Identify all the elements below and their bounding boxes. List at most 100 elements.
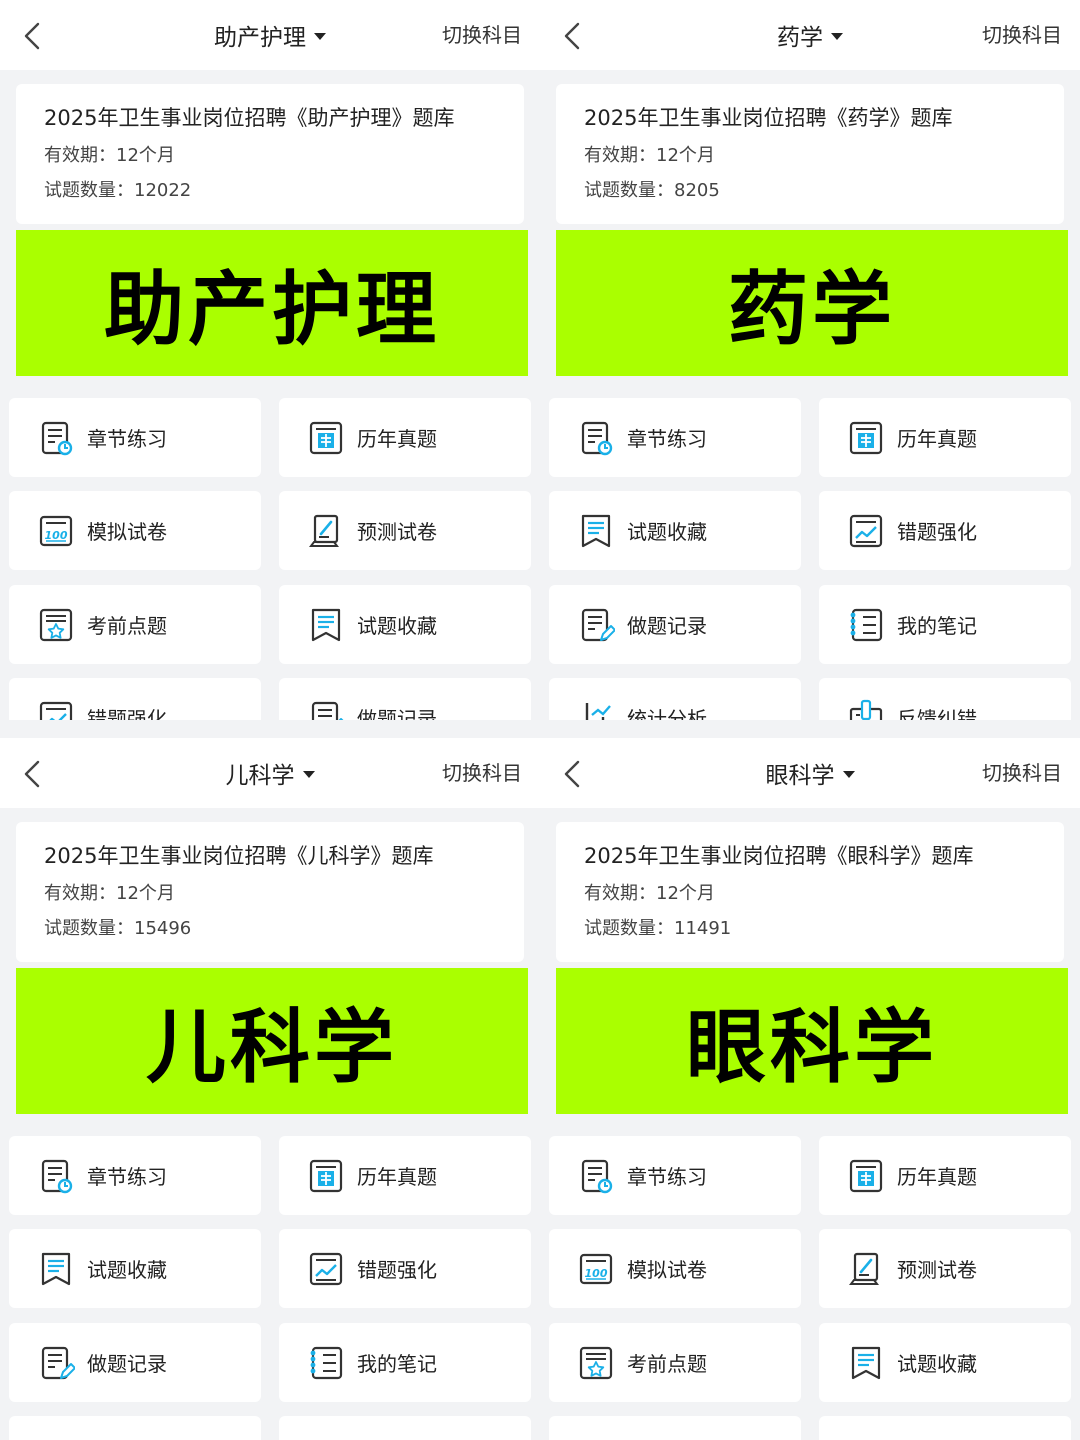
tile-label: 做题记录 (627, 614, 707, 638)
tile-record[interactable]: 做题记录 (549, 585, 801, 664)
question-count-text: 试题数量：15496 (44, 918, 192, 939)
chevron-left-icon (564, 22, 580, 50)
tile-bookmark[interactable]: 试题收藏 (9, 1229, 261, 1308)
bookmark-icon (577, 512, 615, 550)
forecast-paper-icon (847, 1250, 885, 1288)
switch-subject-link[interactable]: 切换科目 (982, 738, 1062, 808)
record-icon (307, 699, 345, 720)
banner-text: 助产护理 (104, 263, 440, 356)
tile-partial[interactable] (279, 1416, 531, 1440)
tile-record[interactable]: 做题记录 (9, 1323, 261, 1402)
past-exams-icon (307, 1157, 345, 1195)
switch-subject-link[interactable]: 切换科目 (982, 0, 1062, 70)
tile-label: 试题收藏 (357, 614, 437, 638)
notes-icon (307, 1344, 345, 1382)
tile-past-exams[interactable]: 历年真题 (279, 1136, 531, 1215)
bookmark-icon (307, 606, 345, 644)
question-bank-card[interactable]: 2025年卫生事业岗位招聘《儿科学》题库 有效期：12个月 试题数量：15496 (16, 822, 524, 962)
tile-past-exams[interactable]: 历年真题 (819, 1136, 1071, 1215)
back-button[interactable] (558, 758, 588, 790)
top-bar: 助产护理 切换科目 (0, 0, 540, 70)
tile-bookmark[interactable]: 试题收藏 (819, 1323, 1071, 1402)
bank-title: 2025年卫生事业岗位招聘《儿科学》题库 (44, 844, 434, 868)
bank-title: 2025年卫生事业岗位招聘《助产护理》题库 (44, 106, 455, 130)
tile-mock-paper[interactable]: 100 模拟试卷 (9, 491, 261, 570)
tile-label: 模拟试卷 (627, 1258, 707, 1282)
tile-feedback[interactable]: 反馈纠错 (819, 678, 1071, 720)
switch-subject-link[interactable]: 切换科目 (442, 0, 522, 70)
chevron-left-icon (564, 760, 580, 788)
tile-label: 历年真题 (897, 1165, 977, 1189)
tile-wrong-review[interactable]: 错题强化 (9, 678, 261, 720)
tile-partial[interactable] (819, 1416, 1071, 1440)
pre-exam-tips-icon (37, 606, 75, 644)
panel-pharmacy: 药学 切换科目 2025年卫生事业岗位招聘《药学》题库 有效期：12个月 试题数… (540, 0, 1080, 720)
tile-chapter-practice[interactable]: 章节练习 (549, 1136, 801, 1215)
subject-title: 儿科学 (225, 763, 295, 789)
tile-label: 章节练习 (627, 1165, 707, 1189)
subject-selector[interactable]: 儿科学 (120, 738, 420, 808)
tile-pre-exam-tips[interactable]: 考前点题 (9, 585, 261, 664)
svg-text:100: 100 (585, 1267, 608, 1280)
tile-notes[interactable]: 我的笔记 (819, 585, 1071, 664)
back-button[interactable] (18, 758, 48, 790)
banner-text: 眼科学 (686, 1001, 938, 1094)
tile-label: 试题收藏 (87, 1258, 167, 1282)
tile-record[interactable]: 做题记录 (279, 678, 531, 720)
tile-bookmark[interactable]: 试题收藏 (279, 585, 531, 664)
pre-exam-tips-icon (577, 1344, 615, 1382)
chapter-practice-icon (577, 1157, 615, 1195)
tile-label: 模拟试卷 (87, 520, 167, 544)
tile-partial[interactable] (9, 1416, 261, 1440)
subject-selector[interactable]: 眼科学 (660, 738, 960, 808)
tile-mock-paper[interactable]: 100 模拟试卷 (549, 1229, 801, 1308)
feedback-icon (847, 699, 885, 720)
tile-label: 历年真题 (357, 427, 437, 451)
question-bank-card[interactable]: 2025年卫生事业岗位招聘《药学》题库 有效期：12个月 试题数量：8205 (556, 84, 1064, 224)
panel-ophthalmology: 眼科学 切换科目 2025年卫生事业岗位招聘《眼科学》题库 有效期：12个月 试… (540, 738, 1080, 1440)
tile-forecast-paper[interactable]: 预测试卷 (819, 1229, 1071, 1308)
question-count-text: 试题数量：11491 (584, 918, 732, 939)
back-button[interactable] (18, 20, 48, 52)
question-bank-card[interactable]: 2025年卫生事业岗位招聘《助产护理》题库 有效期：12个月 试题数量：1202… (16, 84, 524, 224)
tile-past-exams[interactable]: 历年真题 (819, 398, 1071, 477)
tile-notes[interactable]: 我的笔记 (279, 1323, 531, 1402)
tile-stats[interactable]: 统计分析 (549, 678, 801, 720)
tile-label: 章节练习 (87, 427, 167, 451)
tile-chapter-practice[interactable]: 章节练习 (549, 398, 801, 477)
tile-pre-exam-tips[interactable]: 考前点题 (549, 1323, 801, 1402)
question-bank-card[interactable]: 2025年卫生事业岗位招聘《眼科学》题库 有效期：12个月 试题数量：11491 (556, 822, 1064, 962)
switch-subject-link[interactable]: 切换科目 (442, 738, 522, 808)
caret-down-icon (314, 32, 326, 40)
subject-selector[interactable]: 药学 (660, 0, 960, 70)
subject-selector[interactable]: 助产护理 (120, 0, 420, 70)
tile-label: 错题强化 (897, 520, 977, 544)
past-exams-icon (847, 1157, 885, 1195)
tile-past-exams[interactable]: 历年真题 (279, 398, 531, 477)
tile-chapter-practice[interactable]: 章节练习 (9, 1136, 261, 1215)
tile-forecast-paper[interactable]: 预测试卷 (279, 491, 531, 570)
tile-label: 试题收藏 (897, 1352, 977, 1376)
tile-label: 做题记录 (87, 1352, 167, 1376)
tile-label: 章节练习 (87, 1165, 167, 1189)
tile-partial[interactable] (549, 1416, 801, 1440)
caret-down-icon (302, 770, 315, 778)
tile-wrong-review[interactable]: 错题强化 (819, 491, 1071, 570)
tile-label: 试题收藏 (627, 520, 707, 544)
question-count-text: 试题数量：8205 (584, 180, 720, 201)
chevron-left-icon (24, 760, 40, 788)
tile-bookmark[interactable]: 试题收藏 (549, 491, 801, 570)
top-bar: 眼科学 切换科目 (540, 738, 1080, 808)
mock-paper-icon: 100 (577, 1250, 615, 1288)
subject-title: 药学 (777, 25, 823, 51)
validity-text: 有效期：12个月 (584, 145, 715, 166)
wrong-review-icon (37, 699, 75, 720)
tile-chapter-practice[interactable]: 章节练习 (9, 398, 261, 477)
wrong-review-icon (307, 1250, 345, 1288)
subject-banner: 助产护理 (16, 230, 528, 376)
back-button[interactable] (558, 20, 588, 52)
validity-text: 有效期：12个月 (584, 883, 715, 904)
chevron-left-icon (24, 22, 40, 50)
tile-wrong-review[interactable]: 错题强化 (279, 1229, 531, 1308)
stats-icon (577, 699, 615, 720)
